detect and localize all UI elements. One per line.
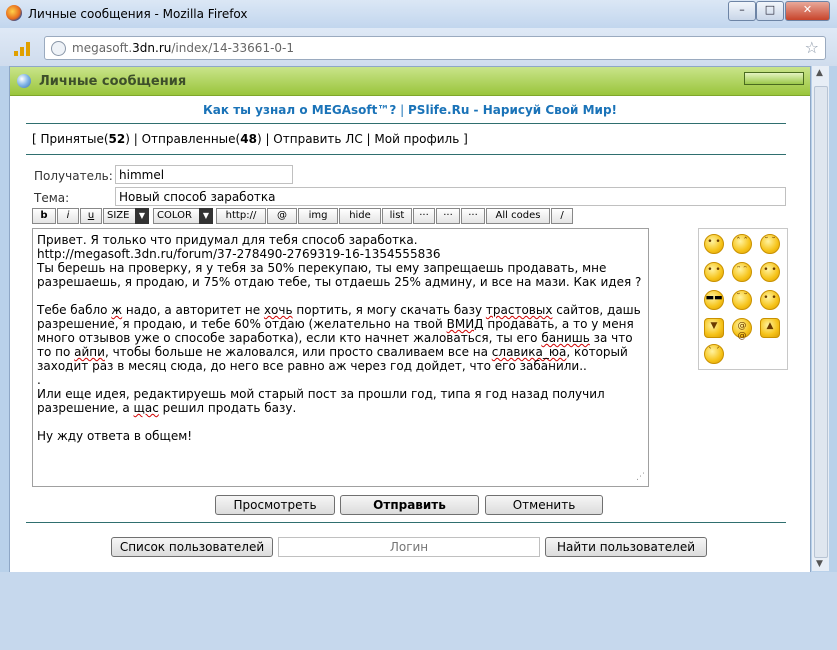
window-title: Личные сообщения - Mozilla Firefox (28, 7, 248, 21)
promo-link-pslife[interactable]: PSlife.Ru - Нарисуй Свой Мир! (408, 103, 617, 117)
url-tag-button[interactable]: http:// (216, 208, 266, 224)
color-select[interactable]: COLOR ▼ (153, 208, 213, 224)
resize-grip-icon[interactable]: ⋰ (636, 470, 645, 484)
url-bar[interactable]: megasoft.3dn.ru/index/14-33661-0-1 ☆ (44, 36, 826, 60)
promo-link-megasoft[interactable]: Как ты узнал о MEGAsoft™? (203, 103, 396, 117)
nav-sent[interactable]: Отправленные(48) (142, 132, 262, 146)
resize-handle[interactable] (744, 72, 804, 85)
extra-tag-button-1[interactable]: ··· (413, 208, 435, 224)
minimize-button[interactable]: – (728, 1, 756, 21)
nav-send-pm[interactable]: Отправить ЛС (273, 132, 362, 146)
smiley-panel: • • ˆ ˆ ˘ ˘ • • ᵔ ᵔ • • ▬▬ ˘ ˘ • • ▼ @ @… (698, 228, 788, 370)
message-paragraph: Или еще идея, редактируешь мой старый по… (37, 387, 609, 415)
list-tag-button[interactable]: list (382, 208, 412, 224)
divider (26, 154, 786, 155)
message-line: . (37, 373, 41, 387)
message-paragraph: Тебе бабло ж надо, а авторитет не хочь п… (37, 303, 645, 373)
sad-icon[interactable]: ˆ ˆ (732, 234, 752, 254)
find-user-button[interactable]: Найти пользователей (545, 537, 707, 557)
img-tag-button[interactable]: img (298, 208, 338, 224)
close-button[interactable]: ✕ (785, 1, 830, 21)
bookmark-star-icon[interactable]: ☆ (805, 38, 819, 57)
message-blank (37, 289, 644, 303)
all-codes-button[interactable]: All codes (486, 208, 550, 224)
message-line: Привет. Я только что придумал для тебя с… (37, 233, 418, 247)
divider (26, 522, 786, 523)
cry-icon[interactable]: ˘ ˘ (760, 234, 780, 254)
nav-received[interactable]: Принятые(52) (41, 132, 130, 146)
url-text: megasoft.3dn.ru/index/14-33661-0-1 (72, 41, 295, 55)
chevron-down-icon: ▼ (135, 208, 149, 224)
cool-icon[interactable]: ▬▬ (704, 290, 724, 310)
recipient-label: Получатель: (34, 169, 113, 183)
recipient-input[interactable]: himmel (115, 165, 293, 184)
cancel-button[interactable]: Отменить (485, 495, 603, 515)
signal-bars-icon (14, 42, 36, 56)
message-line: Ну жду ответа в общем! (37, 429, 193, 443)
grin-icon[interactable]: • • (760, 262, 780, 282)
scroll-thumb[interactable] (814, 86, 828, 558)
scroll-up-icon[interactable]: ▲ (816, 68, 823, 78)
user-list-button[interactable]: Список пользователей (111, 537, 273, 557)
smile-icon[interactable]: • • (704, 234, 724, 254)
subject-label: Тема: (34, 191, 70, 205)
globe-icon (51, 41, 66, 56)
nav-profile[interactable]: Мой профиль (374, 132, 459, 146)
subject-input[interactable]: Новый способ заработка (115, 187, 786, 206)
laugh-icon[interactable]: ᵔ ᵔ (732, 262, 752, 282)
page-scrollbar[interactable]: ▲ ▼ (812, 66, 829, 571)
message-blank (37, 415, 644, 429)
popup-title: Личные сообщения (39, 74, 187, 89)
firefox-icon (6, 5, 22, 21)
tongue-icon[interactable]: • • (760, 290, 780, 310)
size-select[interactable]: SIZE ▼ (103, 208, 149, 224)
hide-tag-button[interactable]: hide (339, 208, 381, 224)
message-textarea[interactable]: Привет. Я только что придумал для тебя с… (32, 228, 649, 487)
scroll-down-icon[interactable]: ▼ (816, 559, 823, 569)
window-frame-bottom (0, 572, 837, 650)
thumbs-up-icon[interactable]: ▲ (760, 318, 780, 338)
email-tag-button[interactable]: @ (267, 208, 297, 224)
promo-links: Как ты узнал о MEGAsoft™? | PSlife.Ru - … (202, 103, 618, 117)
message-line: http://megasoft.3dn.ru/forum/37-278490-2… (37, 247, 441, 261)
thumbs-down-icon[interactable]: ▼ (704, 318, 724, 338)
preview-button[interactable]: Просмотреть (215, 495, 335, 515)
login-input[interactable] (278, 537, 540, 557)
popup-content: Личные сообщения Как ты узнал о MEGAsoft… (9, 66, 811, 573)
chevron-down-icon: ▼ (199, 208, 213, 224)
extra-tag-button-3[interactable]: ··· (461, 208, 485, 224)
crazy-icon[interactable]: @ @ (732, 318, 752, 341)
maximize-button[interactable]: □ (756, 1, 784, 21)
navigation-bar: megasoft.3dn.ru/index/14-33661-0-1 ☆ (0, 28, 837, 66)
close-tags-button[interactable]: / (551, 208, 573, 224)
pm-nav: [ Принятые(52) | Отправленные(48) | Отпр… (32, 132, 468, 146)
message-line: Ты берешь на проверку, я у тебя за 50% п… (37, 261, 642, 289)
italic-button[interactable]: i (57, 208, 79, 224)
wink-icon[interactable]: ˘ ˘ (732, 290, 752, 310)
angry-icon[interactable]: ` ´ (704, 344, 724, 364)
underline-button[interactable]: u (80, 208, 102, 224)
divider (26, 123, 786, 124)
extra-tag-button-2[interactable]: ··· (436, 208, 460, 224)
messages-icon (17, 74, 31, 88)
happy-icon[interactable]: • • (704, 262, 724, 282)
bold-button[interactable]: b (32, 208, 56, 224)
send-button[interactable]: Отправить (340, 495, 479, 515)
window-titlebar: Личные сообщения - Mozilla Firefox – □ ✕ (0, 0, 837, 28)
popup-header: Личные сообщения (10, 67, 810, 96)
